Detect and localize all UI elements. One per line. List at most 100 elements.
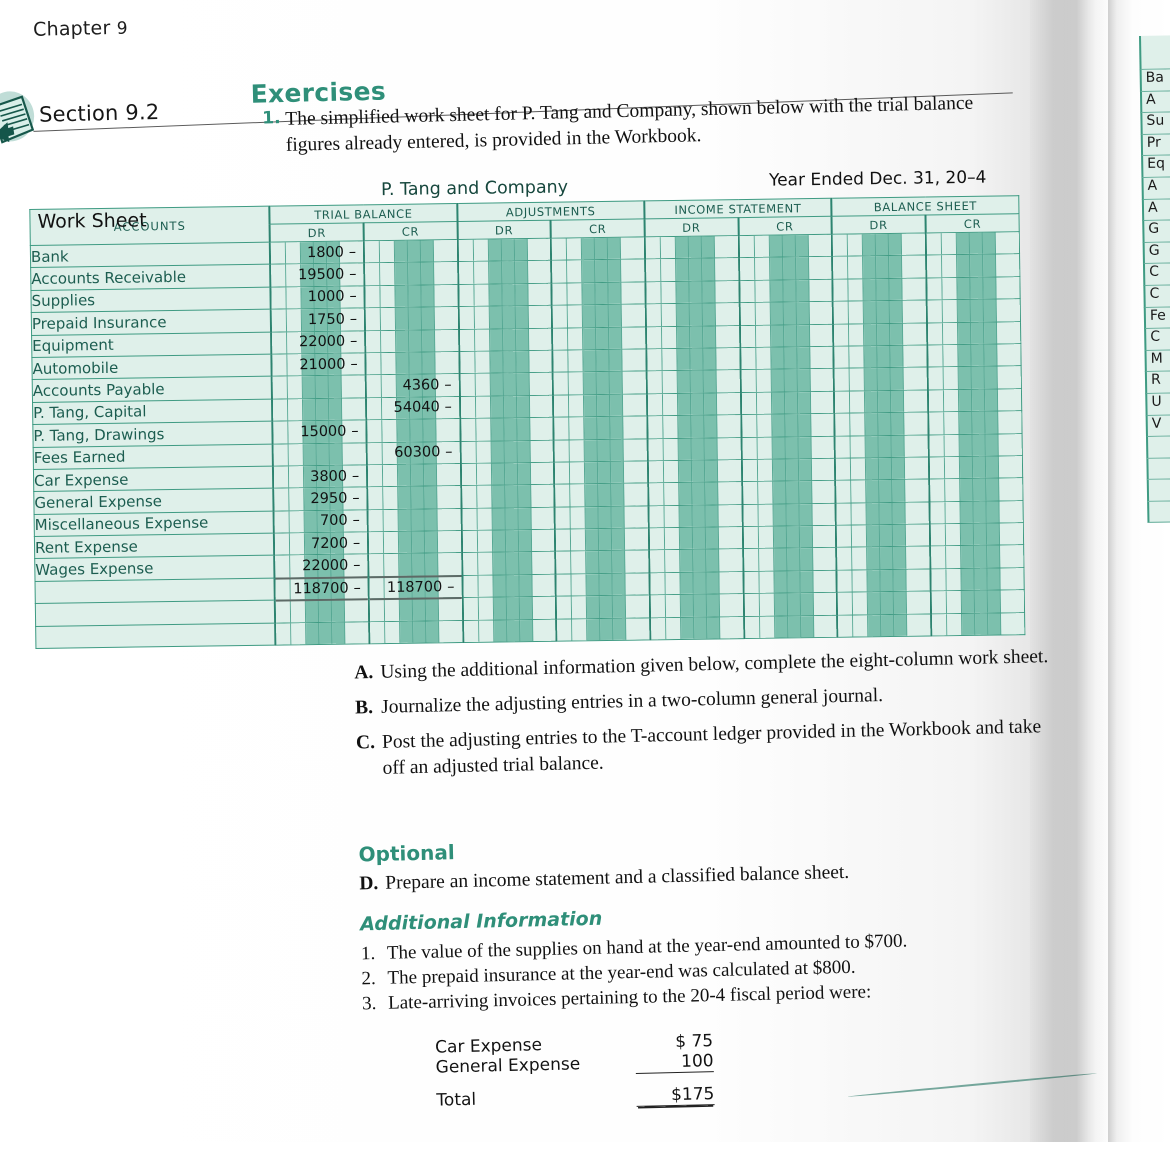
cell-bs-cr-9 [928, 433, 1023, 457]
cell-empty-1-4 [649, 616, 744, 640]
header-is-cr: CR [738, 216, 832, 236]
cell-bs-dr-4 [833, 322, 928, 347]
cell-is-cr-5 [739, 346, 834, 370]
cell-tb-cr-7-value: 54040– [393, 399, 452, 417]
cell-empty-0-1 [368, 597, 463, 622]
cell-adj-dr-4 [458, 327, 553, 352]
cell-bs-dr-1 [832, 255, 927, 280]
cell-total-tb-cr-value: 118700– [386, 578, 455, 596]
sliver-row: Fe [1143, 306, 1170, 330]
cell-tb-cr-9-value: 60300– [394, 444, 453, 462]
cell-empty-0-4 [649, 593, 744, 618]
cell-tb-cr-6: 4360– [365, 373, 460, 398]
cell-bs-dr-6 [833, 367, 928, 392]
cell-bs-cr-2 [926, 276, 1021, 301]
cell-bs-cr-0 [925, 231, 1020, 256]
cell-is-dr-12 [648, 504, 743, 528]
invoice-amount-general-expense: 100 [635, 1051, 714, 1074]
task-text: Post the adjusting entries to the T-acco… [381, 716, 1042, 779]
invoice-amount-car-expense: $ 75 [675, 1031, 714, 1053]
cell-tb-dr-10-value: 3800– [310, 468, 360, 485]
cell-adj-cr-6 [552, 371, 647, 395]
cell-adj-dr-2 [458, 282, 552, 307]
cell-empty-1-1 [369, 620, 464, 644]
cell-bs-dr-12 [835, 501, 930, 526]
cell-empty-0-5 [743, 592, 838, 617]
cell-bs-cr-1 [925, 254, 1020, 278]
cell-is-cr-14 [742, 547, 837, 572]
account-name-cell: P. Tang, Drawings [32, 421, 273, 447]
cell-bs-cr-14 [929, 545, 1024, 569]
cell-adj-cr-7 [553, 393, 648, 418]
cell-tb-dr-10: 3800– [273, 464, 368, 489]
sliver-row: V [1145, 414, 1170, 438]
cell-bs-dr-0 [831, 232, 926, 257]
cell-tb-dr-12: 700– [273, 509, 368, 534]
header-adj-cr: CR [550, 218, 645, 239]
cell-is-cr-7 [740, 391, 835, 415]
cell-is-dr-5 [646, 347, 741, 372]
cell-adj-cr-4 [552, 326, 647, 351]
invoice-total-label: Total [436, 1089, 477, 1111]
cell-total-tb-dr-value: 118700– [293, 579, 361, 597]
sliver-row-empty [1147, 501, 1170, 524]
cell-is-dr-7 [646, 392, 741, 417]
cell-tb-dr-2-value: 1000– [307, 288, 357, 306]
task-item: B. Journalize the adjusting entries in a … [355, 679, 1055, 721]
account-name-cell: Equipment [31, 331, 272, 358]
cell-adj-dr-5 [458, 350, 553, 374]
optional-text: Prepare an income statement and a classi… [385, 861, 850, 894]
cell-tb-dr-0: 1800– [270, 240, 365, 265]
cell-tb-dr-2: 1000– [270, 285, 365, 310]
cell-is-dr-0 [644, 235, 739, 260]
cell-tb-cr-8 [366, 418, 461, 443]
account-name-cell: Accounts Payable [32, 376, 273, 403]
additional-information-list: 1. The value of the supplies on hand at t… [361, 924, 1083, 1016]
cell-tb-dr-3: 1750– [271, 307, 366, 332]
account-name-cell: Car Expense [33, 466, 274, 492]
cell-total-blank-3 [742, 570, 837, 594]
cell-adj-cr-0 [551, 236, 645, 261]
sliver-row: Pr [1140, 134, 1170, 157]
cell-is-dr-1 [644, 257, 739, 282]
account-name-cell: General Expense [33, 488, 274, 515]
sliver-row: R [1144, 371, 1170, 394]
cell-empty-0-3 [556, 595, 650, 619]
task-letter: B. [354, 697, 374, 719]
cell-is-cr-10 [741, 458, 836, 482]
cell-is-dr-13 [648, 526, 743, 551]
sliver-row: Ba [1139, 69, 1170, 92]
work-sheet-date: Year Ended Dec. 31, 20–4 [768, 167, 987, 191]
cell-empty-1-7 [930, 612, 1025, 636]
sliver-row: Eq [1141, 155, 1170, 178]
cell-tb-dr-11-value: 2950– [310, 490, 360, 508]
cell-bs-dr-10 [835, 456, 929, 481]
running-head: Chapter 9 [33, 17, 128, 41]
book-page: Chapter 9 Section 9.2 Exercises 1. The s… [0, 0, 1170, 1142]
cell-total-blank-5 [930, 567, 1025, 592]
chapter-number: 9 [116, 18, 128, 39]
account-name-cell: Miscellaneous Expense [34, 510, 275, 537]
task-letter: C. [355, 731, 376, 754]
header-tb-dr: DR [269, 222, 364, 243]
cell-tb-cr-5 [365, 351, 460, 376]
cell-adj-dr-8 [459, 417, 554, 442]
sliver-row: M [1144, 349, 1170, 373]
workbook-document-icon [0, 88, 42, 151]
cell-adj-cr-13 [555, 527, 650, 552]
cell-empty-1-2 [462, 618, 557, 643]
cell-is-cr-6 [740, 368, 835, 393]
additional-information-heading: Additional Information [360, 907, 603, 936]
cell-is-dr-6 [646, 369, 741, 394]
cell-adj-dr-7 [459, 394, 554, 419]
cell-tb-dr-4: 22000– [271, 330, 366, 355]
additional-info-number: 3. [361, 993, 377, 1015]
cell-is-dr-2 [645, 280, 740, 305]
cell-bs-dr-7 [834, 389, 929, 414]
cell-tb-cr-6-value: 4360– [402, 377, 452, 394]
sliver-row: C [1142, 263, 1170, 286]
cell-bs-cr-11 [928, 477, 1023, 502]
work-sheet-body: Bank 1800– Accounts Receivable 19500– Suppli… [30, 231, 1025, 649]
invoice-amounts-table: Car Expense $ 75 General Expense 100 Tot… [435, 1031, 715, 1112]
cell-is-dr-3 [645, 302, 740, 327]
